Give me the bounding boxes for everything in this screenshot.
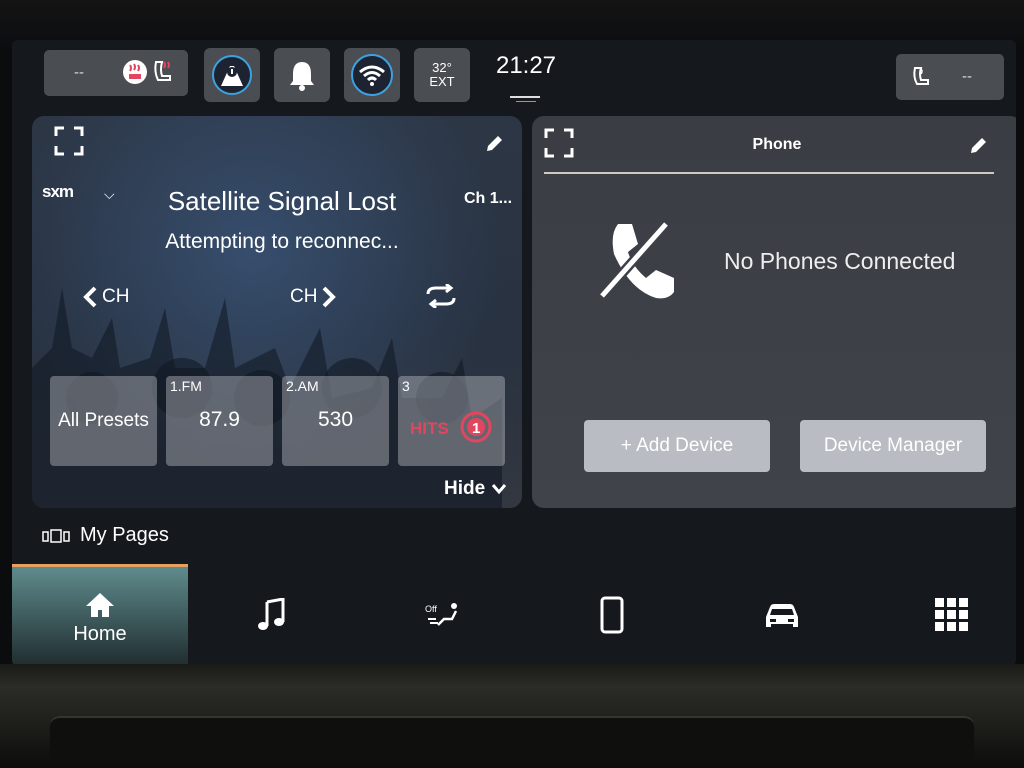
nav-vehicle[interactable] (742, 564, 822, 666)
climate-off-text: Off (425, 604, 437, 614)
temperature-label: EXT (429, 74, 455, 89)
nav-home[interactable]: Home (12, 564, 188, 666)
my-pages-button[interactable]: My Pages (42, 524, 169, 547)
edit-pencil-icon[interactable] (968, 136, 988, 156)
current-channel: Ch 1... (464, 190, 513, 207)
chevron-down-icon (492, 484, 507, 495)
preset-1-button[interactable]: 1.FM 87.9 (166, 376, 273, 466)
notifications-button[interactable] (274, 48, 330, 102)
expand-icon[interactable] (54, 126, 84, 156)
nav-phone[interactable] (572, 564, 652, 666)
my-pages-label: My Pages (80, 524, 169, 546)
all-presets-label: All Presets (58, 410, 149, 431)
nav-climate[interactable]: Off (402, 564, 482, 666)
pull-down-handle-underline (516, 101, 536, 102)
device-manager-button[interactable]: Device Manager (800, 420, 986, 472)
preset-3-button[interactable]: 3 HITS 1 (398, 376, 505, 466)
no-phones-message: No Phones Connected (724, 248, 956, 274)
phone-title-divider (544, 172, 994, 174)
wifi-button[interactable] (344, 48, 400, 102)
driver-seat-value: -- (74, 64, 84, 81)
nav-apps[interactable] (912, 564, 992, 666)
passenger-seat-value: -- (962, 68, 972, 85)
smartphone-icon (600, 596, 624, 634)
car-icon (766, 604, 798, 627)
radio-widget: sxm ⌵ Satellite Signal Lost Attempting t… (32, 116, 522, 508)
chevron-left-icon (83, 286, 97, 308)
preset-number: 3 (402, 378, 410, 394)
bezel-strip (50, 716, 974, 762)
nav-media[interactable] (232, 564, 312, 666)
heated-seat-back-icon (154, 61, 171, 81)
home-icon (86, 592, 114, 617)
channel-down-label: CH (102, 286, 130, 307)
dashboard-bezel (0, 664, 1024, 768)
seat-icon (913, 67, 929, 85)
phone-title: Phone (752, 136, 802, 153)
preset-frequency: 530 (317, 408, 354, 431)
edit-pencil-icon[interactable] (484, 134, 504, 154)
hide-presets-button[interactable]: Hide (444, 478, 507, 500)
music-note-icon (258, 598, 285, 630)
all-presets-button[interactable]: All Presets (50, 376, 157, 466)
driver-assist-button[interactable] (204, 48, 260, 102)
climate-seat-icon: Off (425, 603, 458, 626)
driver-seat-heat-control[interactable]: -- (44, 50, 188, 96)
preset-2-button[interactable]: 2.AM 530 (282, 376, 389, 466)
bell-icon (290, 62, 314, 91)
svg-text:HITS: HITS (410, 419, 449, 438)
phone-widget: Phone No Phones Connected + Add Device D… (532, 116, 1016, 508)
chevron-down-icon[interactable]: ⌵ (104, 186, 115, 203)
pages-icon (42, 528, 70, 543)
infotainment-screen: -- 32° EXT 21:27 -- sxm ⌵ Satellite Sign… (12, 40, 1016, 666)
pull-down-handle[interactable] (510, 96, 540, 98)
phone-disconnected-icon (598, 220, 674, 300)
preset-frequency: 87.9 (199, 408, 240, 431)
hits1-station-logo: HITS 1 (410, 411, 492, 443)
channel-up-button[interactable]: CH (290, 286, 337, 308)
repeat-scan-icon[interactable] (424, 284, 458, 308)
svg-text:1: 1 (472, 420, 480, 437)
outside-temperature: 32° EXT (414, 48, 470, 102)
temperature-value: 32° (432, 60, 452, 75)
chevron-right-icon (323, 286, 337, 308)
radio-status-title: Satellite Signal Lost (167, 186, 397, 216)
nav-home-label: Home (73, 622, 127, 645)
preset-number: 1.FM (170, 378, 202, 394)
channel-down-button[interactable]: CH (82, 286, 129, 308)
source-selector[interactable]: sxm (42, 182, 74, 202)
hide-label: Hide (444, 478, 486, 499)
channel-up-label: CH (290, 286, 318, 307)
add-device-button[interactable]: + Add Device (584, 420, 770, 472)
wifi-icon (351, 54, 393, 96)
passenger-seat-heat-control[interactable]: -- (896, 54, 1004, 100)
heated-seat-icon (123, 60, 147, 84)
preset-number: 2.AM (286, 378, 319, 394)
driver-assist-icon (212, 55, 252, 95)
radio-status-subtitle: Attempting to reconnec... (165, 230, 399, 253)
bottom-nav-bar: Home Off (12, 564, 1016, 666)
app-grid-icon (935, 598, 968, 631)
clock: 21:27 (495, 52, 557, 79)
